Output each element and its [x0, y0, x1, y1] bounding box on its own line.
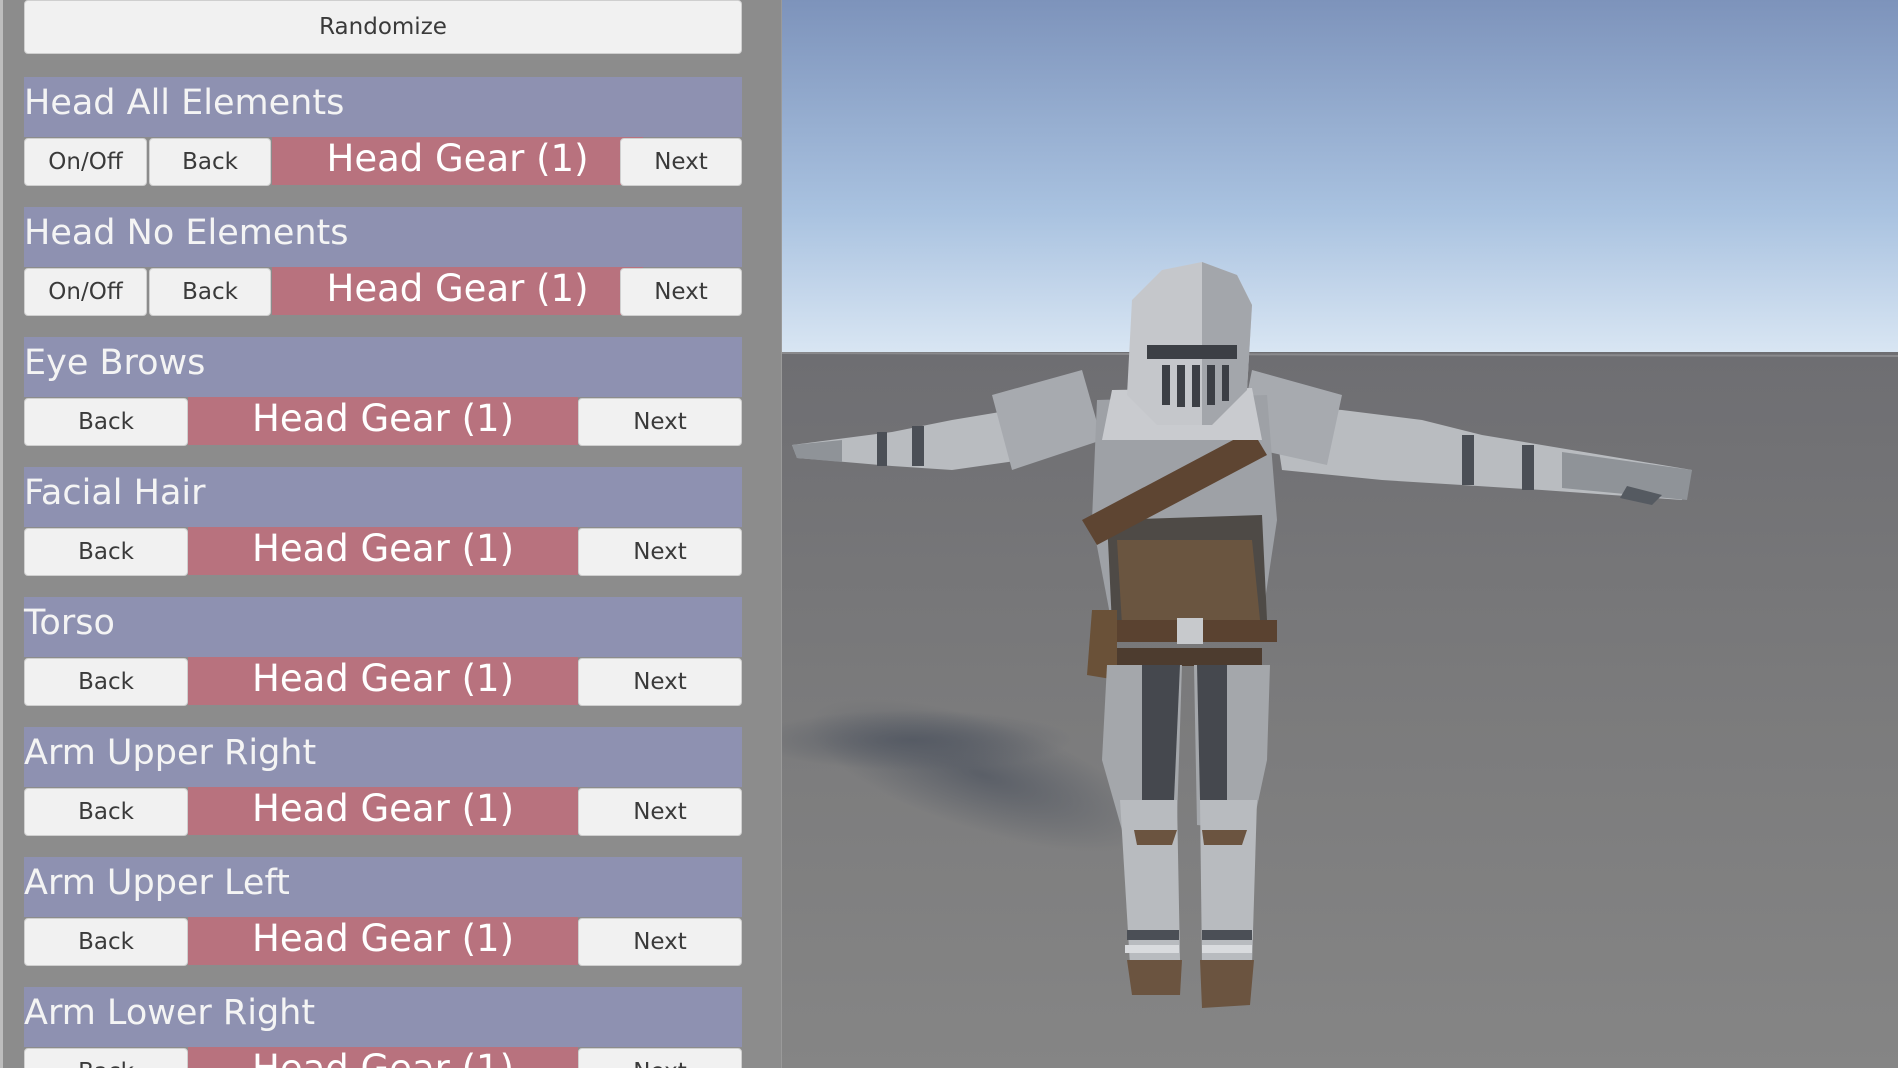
back-button[interactable]: Back [24, 398, 188, 446]
back-button[interactable]: Back [24, 658, 188, 706]
section-eye-brows: Eye Brows Back Head Gear (1) Next [24, 337, 742, 460]
section-torso: Torso Back Head Gear (1) Next [24, 597, 742, 720]
back-button[interactable]: Back [24, 1048, 188, 1068]
selection-value: Head Gear (1) [272, 137, 643, 185]
selection-value: Head Gear (1) [272, 267, 643, 315]
section-arm-upper-left: Arm Upper Left Back Head Gear (1) Next [24, 857, 742, 980]
section-header: Arm Upper Left [24, 857, 742, 917]
section-facial-hair: Facial Hair Back Head Gear (1) Next [24, 467, 742, 590]
section-arm-upper-right: Arm Upper Right Back Head Gear (1) Next [24, 727, 742, 850]
next-button[interactable]: Next [578, 1048, 742, 1068]
section-arm-lower-right: Arm Lower Right Back Head Gear (1) Next [24, 987, 742, 1068]
section-title: Head No Elements [24, 213, 349, 253]
back-button[interactable]: Back [149, 268, 271, 316]
section-head-no-elements: Head No Elements On/Off Back Head Gear (… [24, 207, 742, 330]
next-button[interactable]: Next [620, 268, 742, 316]
section-header: Arm Lower Right [24, 987, 742, 1047]
section-title: Arm Upper Left [24, 863, 290, 903]
section-header: Eye Brows [24, 337, 742, 397]
section-title: Arm Upper Right [24, 733, 317, 773]
section-header: Facial Hair [24, 467, 742, 527]
section-title: Facial Hair [24, 473, 206, 513]
section-head-all-elements: Head All Elements On/Off Back Head Gear … [24, 77, 742, 200]
section-header: Arm Upper Right [24, 727, 742, 787]
selection-value: Head Gear (1) [188, 397, 578, 445]
selection-value: Head Gear (1) [188, 917, 578, 965]
panel-edge [0, 0, 3, 1068]
sky [782, 0, 1898, 354]
customization-panel: Randomize Head All Elements On/Off Back … [0, 0, 782, 1068]
section-title: Head All Elements [24, 83, 345, 123]
next-button[interactable]: Next [578, 918, 742, 966]
next-button[interactable]: Next [620, 138, 742, 186]
selection-value: Head Gear (1) [188, 657, 578, 705]
back-button[interactable]: Back [24, 528, 188, 576]
back-button[interactable]: Back [149, 138, 271, 186]
selection-value: Head Gear (1) [188, 787, 578, 835]
toggle-button[interactable]: On/Off [24, 268, 147, 316]
next-button[interactable]: Next [578, 528, 742, 576]
section-title: Eye Brows [24, 343, 206, 383]
next-button[interactable]: Next [578, 658, 742, 706]
next-button[interactable]: Next [578, 398, 742, 446]
section-header: Head No Elements [24, 207, 742, 267]
3d-viewport[interactable] [782, 0, 1898, 1068]
section-header: Head All Elements [24, 77, 742, 137]
back-button[interactable]: Back [24, 788, 188, 836]
selection-value: Head Gear (1) [188, 1047, 578, 1068]
section-header: Torso [24, 597, 742, 657]
section-title: Torso [24, 603, 115, 643]
back-button[interactable]: Back [24, 918, 188, 966]
randomize-button[interactable]: Randomize [24, 0, 742, 54]
toggle-button[interactable]: On/Off [24, 138, 147, 186]
section-title: Arm Lower Right [24, 993, 316, 1033]
selection-value: Head Gear (1) [188, 527, 578, 575]
next-button[interactable]: Next [578, 788, 742, 836]
